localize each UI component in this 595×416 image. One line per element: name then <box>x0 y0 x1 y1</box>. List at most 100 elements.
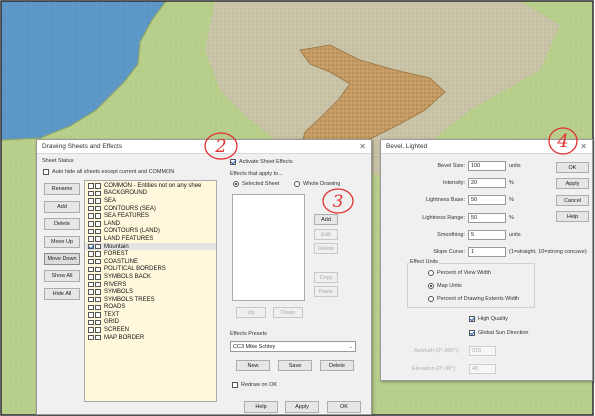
preset-delete-button[interactable]: Delete <box>320 360 354 371</box>
sheet-visible-checkbox[interactable] <box>88 312 94 318</box>
units-option-radio[interactable] <box>428 283 434 289</box>
bevel-field-input[interactable]: 5 <box>468 229 506 240</box>
bevel-field-input[interactable]: 100 <box>468 161 506 171</box>
redraw-on-ok-row[interactable]: Redraw on OK <box>232 382 277 388</box>
ok-button[interactable]: OK <box>327 401 361 413</box>
effect-down-button[interactable]: Down <box>273 307 303 318</box>
sheet-row[interactable]: Mountain <box>85 242 216 251</box>
units-option-radio[interactable] <box>428 270 434 276</box>
high-quality-checkbox[interactable] <box>469 316 475 322</box>
sheet-hidden-checkbox[interactable] <box>95 236 101 242</box>
sheet-visible-checkbox[interactable] <box>88 251 94 257</box>
sheet-row[interactable]: SEA <box>85 197 216 205</box>
sheet-hidden-checkbox[interactable] <box>95 334 101 341</box>
global-sun-row[interactable]: Global Sun Direction <box>469 330 528 336</box>
sheet-hidden-checkbox[interactable] <box>95 190 101 197</box>
bevel-field-input[interactable]: 50 <box>468 195 506 206</box>
move-down-button[interactable]: Move Down <box>44 253 80 265</box>
sheet-visible-checkbox[interactable] <box>88 198 94 204</box>
sheet-row[interactable]: LAND <box>85 220 216 228</box>
sheet-row[interactable]: SCREEN <box>85 326 216 334</box>
sheet-visible-checkbox[interactable] <box>88 228 94 235</box>
effect-paste-button[interactable]: Paste <box>314 286 338 297</box>
bevel-field-input[interactable]: 1 <box>468 247 506 257</box>
sheet-visible-checkbox[interactable] <box>88 221 94 227</box>
sheet-visible-checkbox[interactable] <box>88 213 94 219</box>
azimuth-input[interactable]: 315 <box>469 346 496 356</box>
auto-hide-checkbox[interactable] <box>43 169 49 175</box>
bevel-titlebar[interactable]: Bevel, Lighted ✕ <box>381 140 592 154</box>
sheet-row[interactable]: GRID <box>85 319 216 327</box>
bevel-field-input[interactable]: 50 <box>468 212 506 223</box>
sheet-hidden-checkbox[interactable] <box>95 327 101 333</box>
sheet-row[interactable]: SYMBOLS BACK <box>85 273 216 281</box>
sheet-hidden-checkbox[interactable] <box>95 183 101 189</box>
sheet-list[interactable]: COMMON - Entities not on any shee BACKGRO… <box>84 180 217 402</box>
sheet-row[interactable]: COMMON - Entities not on any shee <box>85 182 216 190</box>
activate-sheet-effects-row[interactable]: Activate Sheet Effects <box>230 159 293 165</box>
bevel-help-button[interactable]: Help <box>556 211 589 222</box>
sheet-visible-checkbox[interactable] <box>88 296 94 303</box>
sheet-row[interactable]: BACKGROUND <box>85 190 216 198</box>
effect-delete-button[interactable]: Delete <box>314 243 338 254</box>
sheet-hidden-checkbox[interactable] <box>95 274 101 280</box>
move-up-button[interactable]: Move Up <box>44 236 80 248</box>
close-icon[interactable]: ✕ <box>359 142 366 151</box>
preset-save-button[interactable]: Save <box>278 360 312 371</box>
sheet-row[interactable]: RIVERS <box>85 281 216 289</box>
sheet-visible-checkbox[interactable] <box>88 289 94 295</box>
whole-drawing-radio[interactable] <box>294 181 300 187</box>
sheet-row[interactable]: SYMBOLS TREES <box>85 296 216 304</box>
sheet-row[interactable]: POLITICAL BORDERS <box>85 266 216 274</box>
sheet-row[interactable]: TEXT <box>85 311 216 319</box>
sheet-visible-checkbox[interactable] <box>88 258 94 265</box>
sheet-row[interactable]: CONTOURS (LAND) <box>85 228 216 236</box>
sheet-hidden-checkbox[interactable] <box>95 281 101 288</box>
add-sheet-button[interactable]: Add <box>44 201 80 213</box>
sheet-hidden-checkbox[interactable] <box>95 228 101 235</box>
effects-list[interactable] <box>232 194 305 301</box>
selected-sheet-radio-row[interactable]: Selected Sheet <box>233 181 279 187</box>
redraw-on-ok-checkbox[interactable] <box>232 382 238 388</box>
global-sun-checkbox[interactable] <box>469 330 475 336</box>
delete-sheet-button[interactable]: Delete <box>44 218 80 230</box>
sheet-hidden-checkbox[interactable] <box>95 205 101 212</box>
units-option-row[interactable]: Percent of Drawing Extents Width <box>428 296 519 302</box>
sheet-visible-checkbox[interactable] <box>88 183 94 189</box>
sheet-hidden-checkbox[interactable] <box>95 251 101 257</box>
units-option-radio[interactable] <box>428 296 434 302</box>
apply-button[interactable]: Apply <box>285 401 319 413</box>
sheet-row[interactable]: CONTOURS (SEA) <box>85 205 216 213</box>
sheet-visible-checkbox[interactable] <box>88 319 94 326</box>
sheet-row[interactable]: COASTLINE <box>85 258 216 266</box>
effect-edit-button[interactable]: Edit <box>314 229 338 240</box>
high-quality-row[interactable]: High Quality <box>469 316 508 322</box>
sheet-visible-checkbox[interactable] <box>88 205 94 212</box>
sheet-hidden-checkbox[interactable] <box>95 312 101 318</box>
units-option-row[interactable]: Map Units <box>428 283 462 289</box>
sheet-row[interactable]: SYMBOLS <box>85 288 216 296</box>
sheet-visible-checkbox[interactable] <box>88 334 94 341</box>
sheet-hidden-checkbox[interactable] <box>95 296 101 303</box>
sheet-row[interactable]: ROADS <box>85 304 216 312</box>
preset-new-button[interactable]: New <box>236 360 270 371</box>
sheet-row[interactable]: SEA FEATURES <box>85 212 216 220</box>
effect-copy-button[interactable]: Copy <box>314 272 338 283</box>
sheet-visible-checkbox[interactable] <box>88 243 94 250</box>
units-option-row[interactable]: Percent of View Width <box>428 270 491 276</box>
sheet-visible-checkbox[interactable] <box>88 190 94 197</box>
sheet-hidden-checkbox[interactable] <box>95 266 101 273</box>
close-icon[interactable]: ✕ <box>580 142 587 151</box>
activate-sheet-effects-checkbox[interactable] <box>230 159 236 165</box>
elevation-input[interactable]: 45 <box>469 364 496 374</box>
drawing-sheets-titlebar[interactable]: Drawing Sheets and Effects ✕ <box>37 140 371 154</box>
bevel-ok-button[interactable]: OK <box>556 162 589 173</box>
sheet-hidden-checkbox[interactable] <box>95 198 101 204</box>
bevel-cancel-button[interactable]: Cancel <box>556 195 589 206</box>
sheet-hidden-checkbox[interactable] <box>95 213 101 219</box>
sheet-hidden-checkbox[interactable] <box>95 221 101 227</box>
auto-hide-checkbox-row[interactable]: Auto hide all sheets except current and … <box>43 169 174 175</box>
sheet-visible-checkbox[interactable] <box>88 281 94 288</box>
rename-button[interactable]: Rename <box>44 183 80 195</box>
bevel-apply-button[interactable]: Apply <box>556 178 589 189</box>
